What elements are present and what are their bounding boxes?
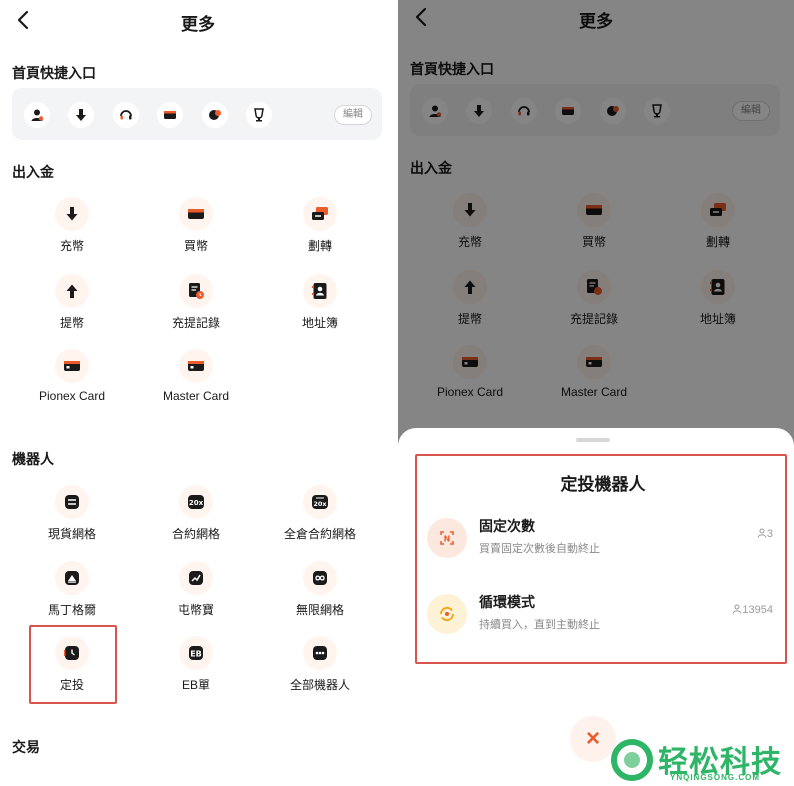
robot-item-martingale[interactable]: 馬丁格爾 — [12, 561, 132, 618]
section-title-shortcuts: 首頁快捷入口 — [12, 65, 96, 81]
svg-text:EB: EB — [190, 650, 202, 659]
grid-label: 全倉合約網格 — [283, 527, 356, 541]
option-title: 固定次數 — [479, 518, 535, 534]
sheet-handle[interactable] — [576, 438, 610, 442]
infinity-icon — [303, 561, 337, 595]
watermark-subtext: YNQINGSONG.COM — [670, 773, 761, 782]
address-book-icon — [303, 274, 337, 308]
cross-grid-icon: 20x — [303, 485, 337, 519]
cycle-icon — [427, 594, 467, 634]
fixed-count-icon: N — [427, 518, 467, 558]
user-icon[interactable] — [24, 102, 50, 128]
eb-icon: EB — [179, 636, 213, 670]
pionex-card-icon — [55, 349, 89, 383]
futures-grid-icon: 20x — [179, 485, 213, 519]
grid-label: 充提記錄 — [171, 316, 220, 330]
deposit-item-charge[interactable]: 充幣 — [12, 197, 132, 254]
option-fixed-count[interactable]: N 固定次數 買賣固定次數後自動終止 3 — [427, 514, 777, 564]
option-cycle-mode[interactable]: 循環模式 持續買入，直到主動終止 13954 — [427, 590, 777, 640]
svg-text:20x: 20x — [313, 500, 327, 508]
deposit-item-buy[interactable]: 買幣 — [136, 197, 256, 254]
trophy-icon[interactable] — [246, 102, 272, 128]
grid-label: 現貨網格 — [47, 527, 96, 541]
comparison-screenshot: 更多 首頁快捷入口 編輯 出入金 充幣 買幣 劃轉 提幣 充提記錄 地址簿 Pi… — [0, 0, 794, 786]
refresh-icon[interactable] — [202, 102, 228, 128]
bottom-sheet: 定投機器人 N 固定次數 買賣固定次數後自動終止 3 循環模式 持續買入，直到主… — [398, 428, 794, 786]
grid-label: 合約網格 — [171, 527, 220, 541]
spot-grid-icon — [55, 485, 89, 519]
top-bar: 更多 — [0, 0, 396, 40]
robot-item-cross-grid[interactable]: 20x 全倉合約網格 — [260, 485, 380, 542]
option-count-value: 13954 — [742, 604, 773, 616]
grid-label: 充幣 — [59, 239, 84, 253]
grid-label: Pionex Card — [38, 389, 106, 403]
robot-item-hodl[interactable]: 屯幣寶 — [136, 561, 256, 618]
user-count-icon — [732, 604, 742, 614]
section-title-deposit: 出入金 — [12, 164, 54, 180]
grid-label: Master Card — [162, 389, 230, 403]
option-subtitle: 持續買入，直到主動終止 — [479, 619, 600, 631]
shortcut-bar: 編輯 — [12, 88, 382, 140]
option-count-value: 3 — [766, 528, 773, 540]
sheet-title: 定投機器人 — [560, 475, 646, 494]
highlight-box — [29, 625, 117, 704]
grid-label: EB單 — [181, 678, 210, 692]
grid-label: 提幣 — [59, 316, 84, 330]
option-subtitle: 買賣固定次數後自動終止 — [479, 543, 600, 555]
grid-label: 劃轉 — [307, 239, 332, 253]
grid-label: 買幣 — [183, 239, 208, 253]
more-page-left: 更多 首頁快捷入口 編輯 出入金 充幣 買幣 劃轉 提幣 充提記錄 地址簿 Pi… — [0, 0, 396, 786]
watermark-logo-icon — [611, 739, 653, 781]
grid-label: 全部機器人 — [289, 678, 350, 692]
deposit-item-withdraw[interactable]: 提幣 — [12, 274, 132, 331]
grid-label: 地址簿 — [301, 316, 338, 330]
martingale-icon — [55, 561, 89, 595]
grid-label: 無限網格 — [295, 603, 344, 617]
option-user-count: 13954 — [732, 604, 773, 616]
page-title: 更多 — [181, 15, 215, 34]
edit-button[interactable]: 編輯 — [334, 105, 372, 125]
robot-item-eb[interactable]: EB EB單 — [136, 636, 256, 693]
chart-icon — [179, 561, 213, 595]
download-icon[interactable] — [68, 102, 94, 128]
robot-item-all-robots[interactable]: 全部機器人 — [260, 636, 380, 693]
robot-item-futures-grid[interactable]: 20x 合約網格 — [136, 485, 256, 542]
deposit-item-address-book[interactable]: 地址簿 — [260, 274, 380, 331]
svg-text:20x: 20x — [189, 499, 204, 507]
card-icon — [179, 197, 213, 231]
headset-icon[interactable] — [113, 102, 139, 128]
deposit-item-master-card[interactable]: Master Card — [136, 349, 256, 403]
grid-label: 馬丁格爾 — [47, 603, 96, 617]
section-title-trade: 交易 — [12, 739, 40, 755]
record-icon — [179, 274, 213, 308]
deposit-item-pionex-card[interactable]: Pionex Card — [12, 349, 132, 403]
arrow-down-icon — [55, 197, 89, 231]
deposit-item-records[interactable]: 充提記錄 — [136, 274, 256, 331]
user-count-icon — [757, 528, 767, 538]
transfer-icon — [303, 197, 337, 231]
option-title: 循環模式 — [479, 594, 535, 610]
more-icon — [303, 636, 337, 670]
master-card-icon — [179, 349, 213, 383]
watermark: 轻松科技 YNQINGSONG.COM — [610, 735, 794, 786]
option-user-count: 3 — [757, 528, 773, 540]
deposit-item-transfer[interactable]: 劃轉 — [260, 197, 380, 254]
robot-item-infinity-grid[interactable]: 無限網格 — [260, 561, 380, 618]
robot-item-spot-grid[interactable]: 現貨網格 — [12, 485, 132, 542]
svg-text:N: N — [444, 535, 451, 544]
more-page-right: 更多 首頁快捷入口 編輯 出入金 充幣 買幣 劃轉 提幣 充提記錄 地址簿 Pi… — [398, 0, 794, 786]
highlight-box: 定投機器人 N 固定次數 買賣固定次數後自動終止 3 循環模式 持續買入，直到主… — [415, 454, 787, 664]
arrow-up-icon — [55, 274, 89, 308]
card-icon[interactable] — [157, 102, 183, 128]
grid-label: 屯幣寶 — [177, 603, 214, 617]
section-title-robots: 機器人 — [12, 451, 54, 467]
